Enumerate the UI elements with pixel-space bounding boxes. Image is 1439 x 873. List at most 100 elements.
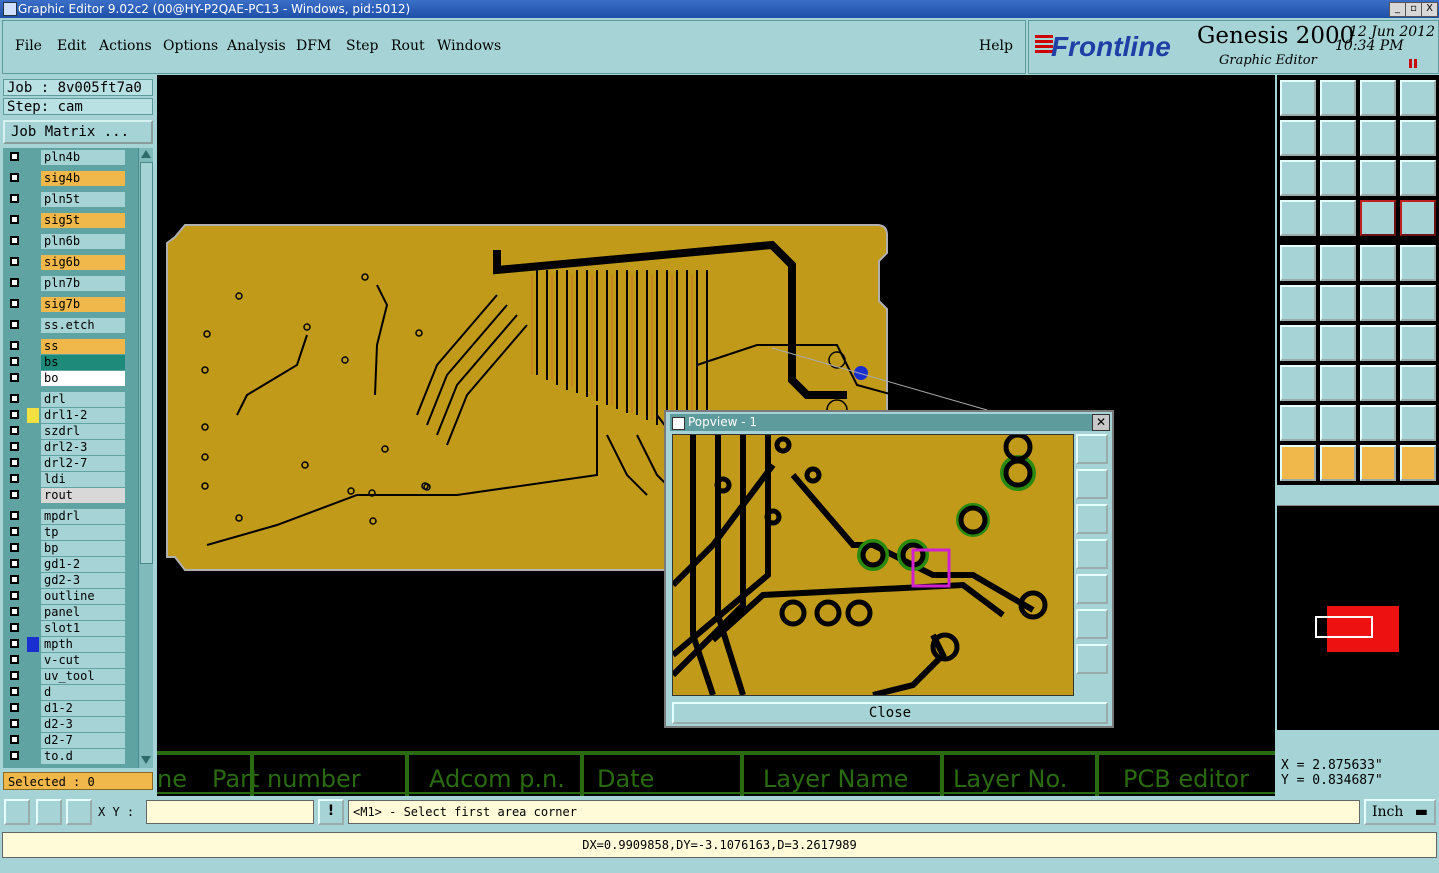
feature-icon[interactable] xyxy=(1280,365,1316,401)
layer-checkbox[interactable] xyxy=(10,490,19,499)
layer-name[interactable]: d2-3 xyxy=(41,717,125,732)
zoom-area-icon[interactable] xyxy=(4,799,30,825)
menu-step[interactable]: Step xyxy=(346,38,378,54)
layer-row[interactable]: bo xyxy=(3,371,125,386)
layer-name[interactable]: d2-7 xyxy=(41,733,125,748)
layer-row[interactable]: bs xyxy=(3,355,125,370)
popview-close-icon[interactable]: ✕ xyxy=(1092,414,1110,431)
layer-name[interactable]: gd1-2 xyxy=(41,557,125,572)
layer-checkbox[interactable] xyxy=(10,751,19,760)
diagonal-icon[interactable] xyxy=(1320,325,1356,361)
layer-row[interactable]: drl1-2 xyxy=(3,408,125,423)
zoom-home-icon[interactable] xyxy=(1280,80,1316,116)
layer-up-icon[interactable] xyxy=(1360,200,1396,236)
layer-name[interactable]: uv_tool xyxy=(41,669,125,684)
layer-row[interactable]: pln4b xyxy=(3,150,125,165)
pad-icon[interactable] xyxy=(1400,245,1436,281)
cut-icon[interactable] xyxy=(1320,365,1356,401)
layer-checkbox[interactable] xyxy=(10,426,19,435)
popview-window[interactable]: Popview - 1 ✕ Close xyxy=(664,410,1114,728)
layer-row[interactable]: pln5t xyxy=(3,192,125,207)
layer-name[interactable]: sig4b xyxy=(41,171,125,186)
layer-name[interactable]: pln4b xyxy=(41,150,125,165)
layer-checkbox[interactable] xyxy=(10,639,19,648)
layer-checkbox[interactable] xyxy=(10,655,19,664)
popview-pan-right-icon[interactable] xyxy=(1076,574,1108,604)
layer-name[interactable]: drl2-3 xyxy=(41,440,125,455)
layer-checkbox[interactable] xyxy=(10,257,19,266)
resize-icon[interactable] xyxy=(1360,365,1396,401)
alert-icon[interactable]: ! xyxy=(318,799,344,825)
layer-row[interactable]: outline xyxy=(3,589,125,604)
layer-row[interactable]: rout xyxy=(3,488,125,503)
arc-route-icon[interactable] xyxy=(1360,405,1396,441)
layer-checkbox[interactable] xyxy=(10,278,19,287)
arc-route-alt-icon[interactable] xyxy=(1400,405,1436,441)
layer-name[interactable]: panel xyxy=(41,605,125,620)
layer-row[interactable]: d2-3 xyxy=(3,717,125,732)
layer-checkbox[interactable] xyxy=(10,687,19,696)
layer-checkbox[interactable] xyxy=(10,719,19,728)
pan-left-icon[interactable] xyxy=(1280,120,1316,156)
select-icon[interactable] xyxy=(1280,245,1316,281)
route-icon[interactable] xyxy=(1280,405,1316,441)
layer-row[interactable]: sig4b xyxy=(3,171,125,186)
move-icon[interactable] xyxy=(1360,285,1396,321)
close-window-button[interactable]: X xyxy=(1421,2,1438,17)
layer-name[interactable]: d1-2 xyxy=(41,701,125,716)
ruler-icon[interactable] xyxy=(1360,245,1396,281)
popview-zoom-icon[interactable] xyxy=(1076,434,1108,464)
layer-row[interactable]: drl2-7 xyxy=(3,456,125,471)
menu-windows[interactable]: Windows xyxy=(437,38,501,54)
layer-checkbox[interactable] xyxy=(10,671,19,680)
layer-checkbox[interactable] xyxy=(10,194,19,203)
pointer-net-icon[interactable] xyxy=(1400,445,1436,481)
layer-checkbox[interactable] xyxy=(10,511,19,520)
layer-name[interactable]: pln6b xyxy=(41,234,125,249)
scale-icon[interactable] xyxy=(1360,160,1396,196)
help-icon[interactable] xyxy=(1400,160,1436,196)
layer-checkbox[interactable] xyxy=(10,410,19,419)
menu-file[interactable]: File xyxy=(15,38,42,54)
fit-icon[interactable] xyxy=(1280,160,1316,196)
layer-checkbox[interactable] xyxy=(10,341,19,350)
scroll-up-icon[interactable] xyxy=(141,150,151,158)
angle-icon[interactable] xyxy=(1280,325,1316,361)
maximize-button[interactable]: ▫ xyxy=(1405,2,1422,17)
layer-row[interactable]: mpdrl xyxy=(3,509,125,524)
menu-edit[interactable]: Edit xyxy=(57,38,86,54)
popview-menu-icon[interactable] xyxy=(672,417,685,430)
layer-name[interactable]: tp xyxy=(41,525,125,540)
menu-actions[interactable]: Actions xyxy=(99,38,152,54)
menu-dfm[interactable]: DFM xyxy=(296,38,331,54)
measure-icon[interactable] xyxy=(36,799,62,825)
popview-title[interactable]: Popview - 1 xyxy=(670,414,1108,431)
split-view-icon[interactable] xyxy=(1400,80,1436,116)
layer-row[interactable]: ss.etch xyxy=(3,318,125,333)
layer-name[interactable]: mpth xyxy=(41,637,125,652)
layer-checkbox[interactable] xyxy=(10,173,19,182)
layer-name[interactable]: ss.etch xyxy=(41,318,125,333)
layer-checkbox[interactable] xyxy=(10,394,19,403)
layer-name[interactable]: gd2-3 xyxy=(41,573,125,588)
layer-checkbox[interactable] xyxy=(10,575,19,584)
layer-name[interactable]: to.d xyxy=(41,749,125,764)
scroll-down-icon[interactable] xyxy=(141,756,151,764)
layer-row[interactable]: uv_tool xyxy=(3,669,125,684)
pan-right-icon[interactable] xyxy=(1320,120,1356,156)
layer-row[interactable]: gd2-3 xyxy=(3,573,125,588)
popview-zoom-in-icon[interactable] xyxy=(1076,644,1108,674)
popview-zoom-fit-icon[interactable] xyxy=(1076,609,1108,639)
layer-name[interactable]: outline xyxy=(41,589,125,604)
layer-down-icon[interactable] xyxy=(1400,200,1436,236)
layer-name[interactable]: szdrl xyxy=(41,424,125,439)
layer-name[interactable]: bp xyxy=(41,541,125,556)
center-icon[interactable] xyxy=(1320,160,1356,196)
layer-row[interactable]: drl xyxy=(3,392,125,407)
layer-row[interactable]: v-cut xyxy=(3,653,125,668)
layer-checkbox[interactable] xyxy=(10,299,19,308)
layer-name[interactable]: sig6b xyxy=(41,255,125,270)
layer-name[interactable]: bs xyxy=(41,355,125,370)
pointer-icon[interactable] xyxy=(1280,445,1316,481)
layer-checkbox[interactable] xyxy=(10,320,19,329)
